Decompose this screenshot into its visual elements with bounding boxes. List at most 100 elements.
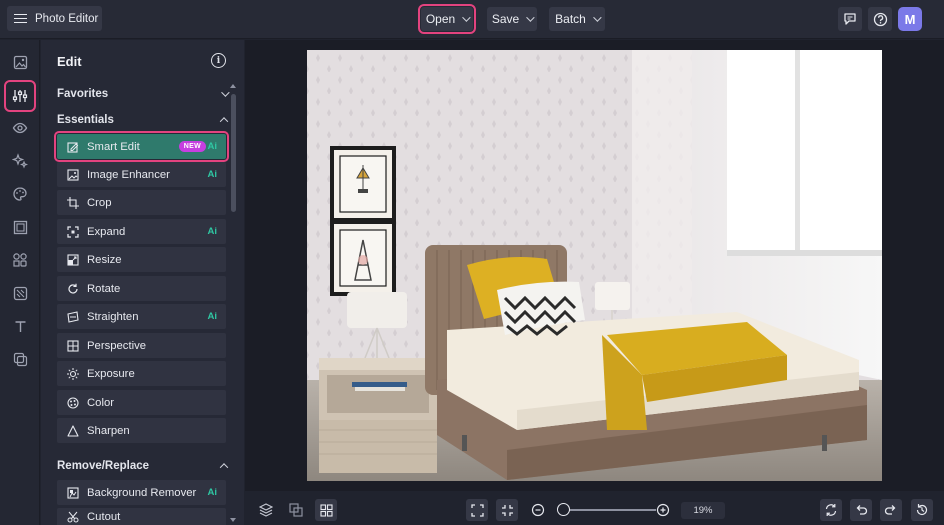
frame-icon xyxy=(13,220,27,234)
tool-label: Background Remover xyxy=(87,486,197,499)
compare-icon xyxy=(289,503,303,517)
tool-crop[interactable]: Crop xyxy=(57,190,226,215)
tool-cutout[interactable]: Cutout xyxy=(57,508,226,525)
canvas-area xyxy=(245,40,944,490)
rail-frames-button[interactable] xyxy=(8,215,32,239)
open-menu-button[interactable]: Open xyxy=(418,4,476,34)
tool-background-remover[interactable]: Background Remover Ai xyxy=(57,480,226,505)
tool-expand[interactable]: Expand Ai xyxy=(57,219,226,244)
rail-graphics-button[interactable] xyxy=(8,248,32,272)
redo-button[interactable] xyxy=(880,499,902,521)
history-button[interactable] xyxy=(911,499,933,521)
rail-text-button[interactable] xyxy=(8,314,32,338)
ai-tag: Ai xyxy=(207,487,218,498)
chevron-down-icon xyxy=(221,88,230,97)
fit-screen-icon xyxy=(470,503,484,517)
eye-icon xyxy=(12,122,28,134)
zoom-slider-knob[interactable] xyxy=(557,503,571,516)
batch-menu-button[interactable]: Batch xyxy=(549,7,605,31)
image-icon xyxy=(13,55,27,69)
sparkles-icon xyxy=(12,153,28,169)
chevron-up-icon xyxy=(219,463,229,472)
tool-label: Cutout xyxy=(87,510,121,523)
zoom-level[interactable]: 19% xyxy=(681,502,725,519)
background-remover-icon xyxy=(67,486,79,499)
smart-edit-icon xyxy=(67,141,79,153)
rail-overlays-button[interactable] xyxy=(8,347,32,371)
help-icon xyxy=(873,12,887,26)
tool-resize[interactable]: Resize xyxy=(57,247,226,272)
bedroom-photo[interactable] xyxy=(307,50,882,481)
tool-straighten[interactable]: Straighten Ai xyxy=(57,304,226,329)
straighten-icon xyxy=(67,310,79,323)
text-icon xyxy=(15,320,25,332)
ai-tag: Ai xyxy=(207,141,218,152)
expand-icon xyxy=(67,225,79,238)
tool-label: Rotate xyxy=(87,282,121,295)
bottom-toolbar: 19% xyxy=(245,490,944,525)
grid-view-button[interactable] xyxy=(315,499,337,521)
history-icon xyxy=(916,504,928,516)
tool-exposure[interactable]: Exposure xyxy=(57,361,226,386)
save-menu-button[interactable]: Save xyxy=(487,7,537,31)
sliders-icon xyxy=(12,90,28,102)
chevron-down-icon xyxy=(462,13,471,22)
help-button[interactable] xyxy=(868,7,892,31)
grid-icon xyxy=(319,503,333,517)
layers-button[interactable] xyxy=(255,499,277,521)
tool-sharpen[interactable]: Sharpen xyxy=(57,418,226,443)
fit-screen-button[interactable] xyxy=(466,499,488,521)
section-essentials[interactable]: Essentials xyxy=(57,114,229,126)
chevron-down-icon xyxy=(526,13,535,22)
feedback-button[interactable] xyxy=(838,7,862,31)
flip-button[interactable] xyxy=(820,499,842,521)
texture-icon xyxy=(13,286,27,300)
zoom-out-button[interactable] xyxy=(527,499,549,521)
tool-label: Smart Edit xyxy=(87,140,140,153)
zoom-out-icon xyxy=(531,503,545,517)
refresh-icon xyxy=(825,504,837,516)
scroll-up-arrow[interactable] xyxy=(230,84,236,88)
top-bar: Photo Editor Open Save Batch M xyxy=(0,0,944,39)
ai-tag: Ai xyxy=(207,169,218,180)
info-icon[interactable]: i xyxy=(211,53,226,68)
tool-image-enhancer[interactable]: Image Enhancer Ai xyxy=(57,162,226,187)
exposure-icon xyxy=(67,367,79,380)
tool-perspective[interactable]: Perspective xyxy=(57,333,226,358)
ai-tag: Ai xyxy=(207,226,218,237)
rail-effects-button[interactable] xyxy=(8,116,32,140)
tool-label: Image Enhancer xyxy=(87,168,170,181)
panel-scrollbar[interactable] xyxy=(231,94,236,212)
section-favorites[interactable]: Favorites xyxy=(57,88,230,100)
rail-textures-button[interactable] xyxy=(8,281,32,305)
rotate-icon xyxy=(67,283,79,295)
app-menu-button[interactable]: Photo Editor xyxy=(7,6,102,31)
section-remove-replace-label: Remove/Replace xyxy=(57,460,150,472)
chevron-down-icon xyxy=(593,13,602,22)
undo-icon xyxy=(856,505,868,515)
zoom-slider-track[interactable] xyxy=(561,509,656,511)
rail-image-button[interactable] xyxy=(8,50,32,74)
actual-size-button[interactable] xyxy=(496,499,518,521)
shapes-icon xyxy=(13,253,27,267)
rail-ai-button[interactable] xyxy=(8,149,32,173)
tool-rotate[interactable]: Rotate xyxy=(57,276,226,301)
zoom-in-button[interactable] xyxy=(652,499,674,521)
message-icon xyxy=(844,13,856,25)
tool-label: Expand xyxy=(87,225,126,238)
tool-rail xyxy=(0,40,40,525)
undo-button[interactable] xyxy=(850,499,872,521)
tool-color[interactable]: Color xyxy=(57,390,226,415)
ai-tag: Ai xyxy=(207,311,218,322)
rail-artsy-button[interactable] xyxy=(8,182,32,206)
crop-icon xyxy=(67,196,79,209)
tool-label: Perspective xyxy=(87,339,147,352)
tool-label: Resize xyxy=(87,253,122,266)
compare-button[interactable] xyxy=(285,499,307,521)
tool-label: Color xyxy=(87,396,114,409)
scroll-down-arrow[interactable] xyxy=(230,518,236,522)
tool-smart-edit[interactable]: Smart Edit NEW Ai xyxy=(54,131,229,162)
avatar[interactable]: M xyxy=(898,7,922,31)
rail-edit-button[interactable] xyxy=(4,80,36,112)
section-remove-replace[interactable]: Remove/Replace xyxy=(57,460,229,472)
